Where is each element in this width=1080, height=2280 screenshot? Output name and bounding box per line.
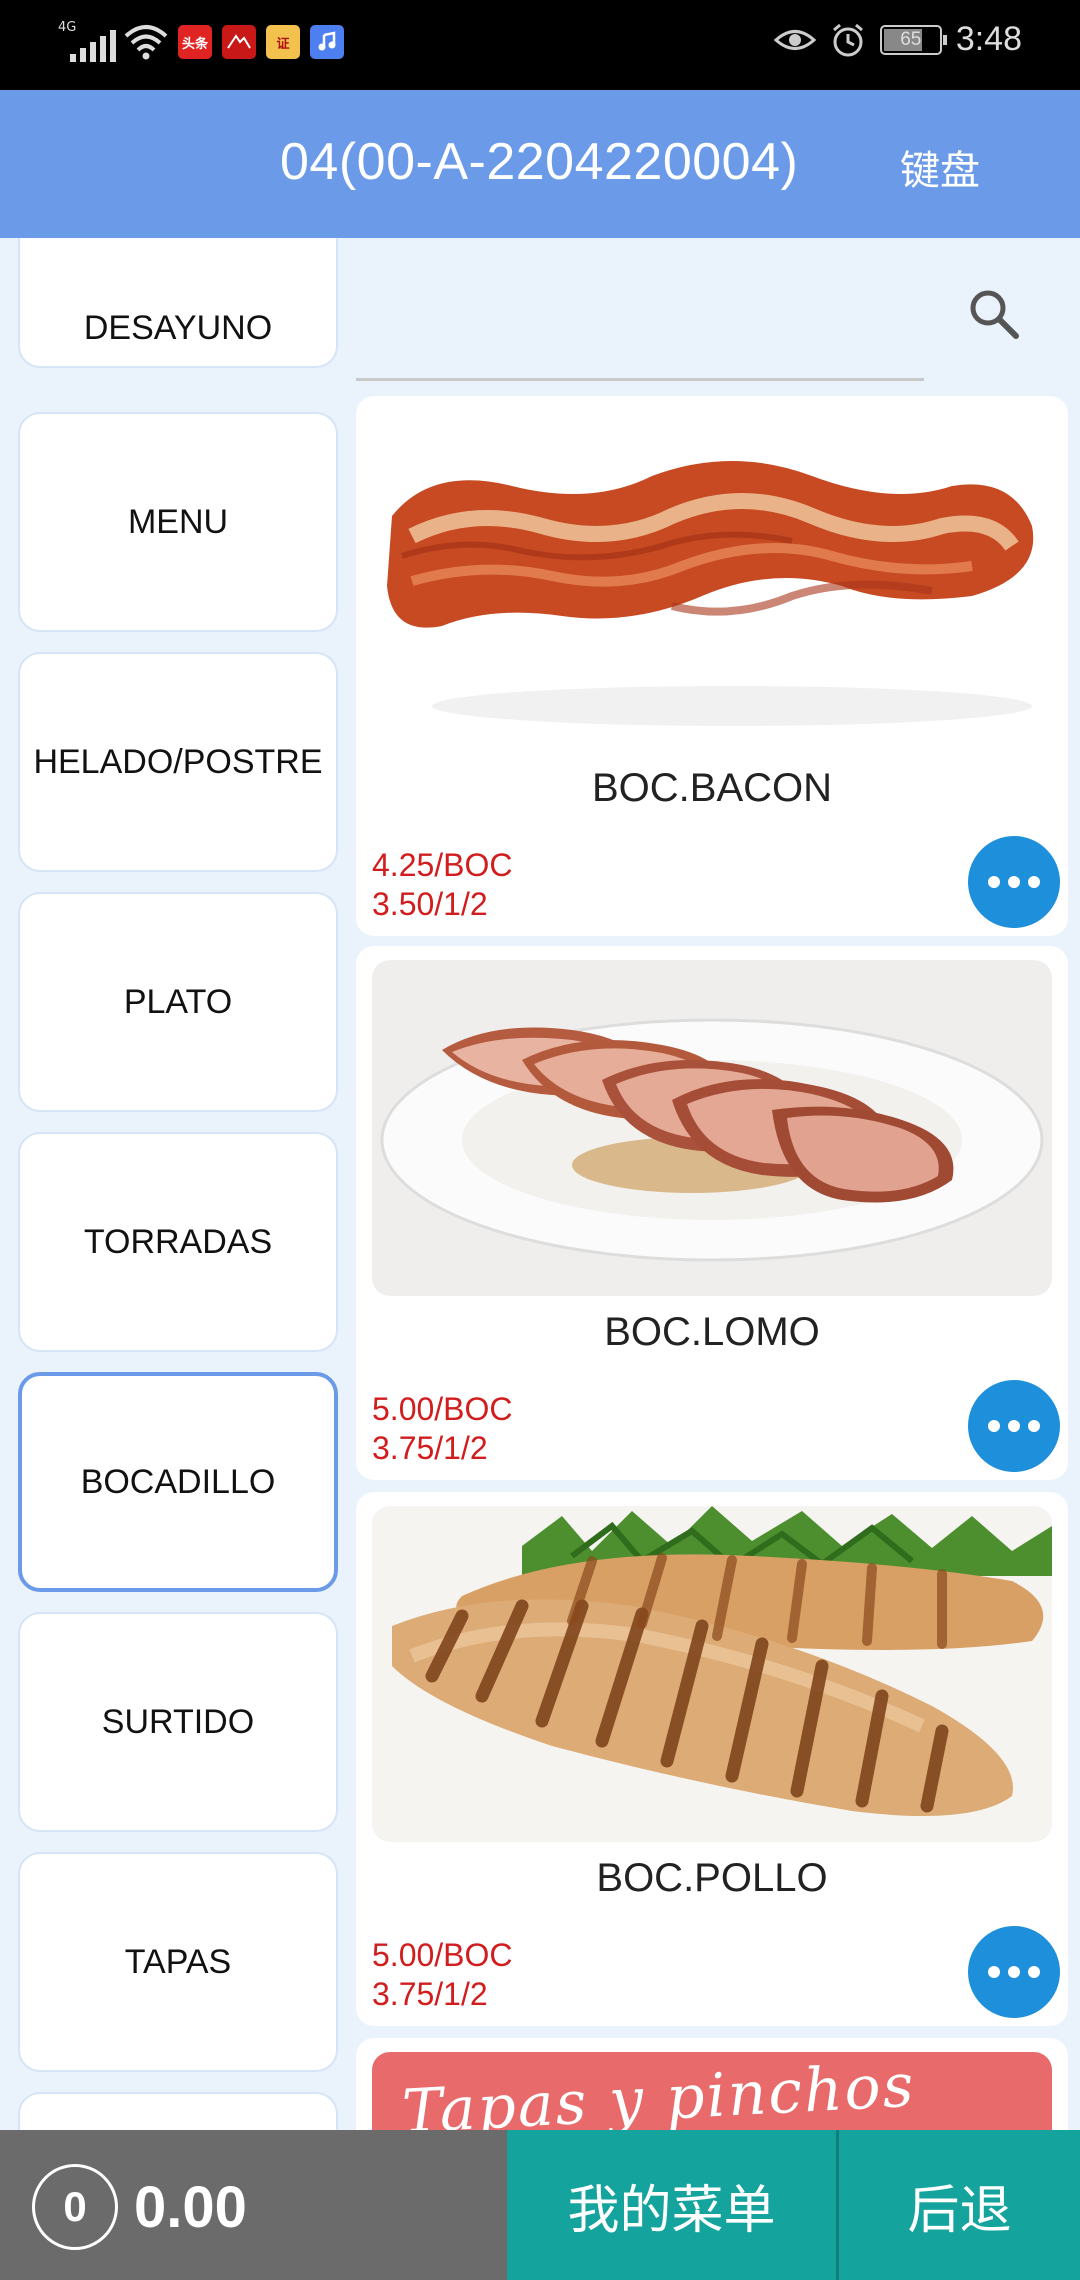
bottom-bar: 0 0.00 我的菜单 后退 (0, 2130, 1080, 2280)
price-half: 3.75/1/2 (372, 1976, 488, 2012)
alarm-icon (832, 23, 863, 56)
product-prices: 5.00/BOC 3.75/1/2 (372, 1936, 513, 2014)
category-label: BOCADILLO (80, 1462, 276, 1501)
status-bar: 4G 头条 证 65 3:48 (0, 0, 1080, 90)
category-plato[interactable]: PLATO (18, 892, 338, 1112)
dot-icon (988, 1966, 1000, 1978)
dot-icon (988, 1420, 1000, 1432)
product-name: BOC.POLLO (596, 1856, 828, 1900)
more-options-button[interactable] (968, 836, 1060, 928)
back-button[interactable]: 后退 (839, 2130, 1080, 2280)
order-total-amount: 0.00 (134, 2175, 247, 2240)
order-total-section[interactable]: 0 0.00 (0, 2130, 507, 2280)
dot-icon (1028, 876, 1040, 888)
product-card-bacon[interactable]: BOC.BACON 4.25/BOC 3.50/1/2 (356, 396, 1068, 936)
status-time: 3:48 (955, 20, 1022, 58)
dot-icon (988, 876, 1000, 888)
category-label: SURTIDO (101, 1702, 255, 1741)
price-whole: 5.00/BOC (372, 1937, 513, 1973)
category-label: PLATO (123, 982, 233, 1021)
battery-level: 65 (900, 28, 922, 50)
dot-icon (1008, 1420, 1020, 1432)
category-label: MENU (127, 502, 229, 541)
product-name: BOC.LOMO (604, 1310, 820, 1354)
dot-icon (1008, 1966, 1020, 1978)
more-options-button[interactable] (968, 1380, 1060, 1472)
category-bocadillo[interactable]: BOCADILLO (18, 1372, 338, 1592)
category-sidebar[interactable]: DESAYUNO MENU HELADO/POSTRE PLATO TORRAD… (0, 238, 350, 2130)
product-prices: 4.25/BOC 3.50/1/2 (372, 846, 513, 924)
eye-comfort-icon (773, 29, 816, 50)
dot-icon (1008, 876, 1020, 888)
order-title: 04(00-A-2204220004) (280, 133, 799, 191)
category-label: DESAYUNO (83, 308, 273, 347)
product-image-lomo[interactable] (372, 960, 1052, 1296)
product-image-pollo[interactable] (372, 1506, 1052, 1842)
price-whole: 5.00/BOC (372, 1391, 513, 1427)
toutiao-app-icon: 头条 (178, 25, 212, 59)
product-name: BOC.BACON (591, 766, 833, 810)
more-options-button[interactable] (968, 1926, 1060, 2018)
keyboard-button[interactable]: 键盘 (900, 138, 980, 196)
category-helado-postre[interactable]: HELADO/POSTRE (18, 652, 338, 872)
search-icon[interactable] (964, 284, 1024, 344)
dot-icon (1028, 1966, 1040, 1978)
search-input-underline[interactable] (356, 378, 924, 381)
search-area[interactable] (356, 238, 1066, 388)
price-half: 3.75/1/2 (372, 1430, 488, 1466)
app-header: 04(00-A-2204220004) 键盘 (0, 90, 1080, 238)
battery-icon: 65 (879, 24, 947, 55)
dot-icon (1028, 1420, 1040, 1432)
category-tapas[interactable]: TAPAS (18, 1852, 338, 2072)
price-half: 3.50/1/2 (372, 886, 488, 922)
product-image-bacon[interactable] (372, 406, 1052, 746)
zheng-app-icon: 证 (266, 25, 300, 59)
cellular-signal-icon: 4G (58, 20, 116, 62)
category-surtido[interactable]: SURTIDO (18, 1612, 338, 1832)
category-label: TORRADAS (83, 1222, 273, 1261)
product-card-lomo[interactable]: BOC.LOMO 5.00/BOC 3.75/1/2 (356, 946, 1068, 1480)
bank-app-icon (222, 25, 256, 59)
music-app-icon (310, 25, 344, 59)
product-card-pollo[interactable]: BOC.POLLO 5.00/BOC 3.75/1/2 (356, 1492, 1068, 2026)
category-label: TAPAS (124, 1942, 232, 1981)
status-bar-left: 4G 头条 证 (58, 20, 344, 62)
status-bar-right: 65 3:48 (773, 20, 1022, 59)
category-menu[interactable]: MENU (18, 412, 338, 632)
product-prices: 5.00/BOC 3.75/1/2 (372, 1390, 513, 1468)
my-menu-button[interactable]: 我的菜单 (507, 2130, 836, 2280)
category-label: HELADO/POSTRE (33, 742, 323, 781)
price-whole: 4.25/BOC (372, 847, 513, 883)
category-desayuno[interactable]: DESAYUNO (18, 238, 338, 368)
item-count-badge: 0 (32, 2164, 118, 2250)
wifi-icon (124, 25, 168, 60)
category-next-partial[interactable] (18, 2092, 338, 2130)
category-torradas[interactable]: TORRADAS (18, 1132, 338, 1352)
